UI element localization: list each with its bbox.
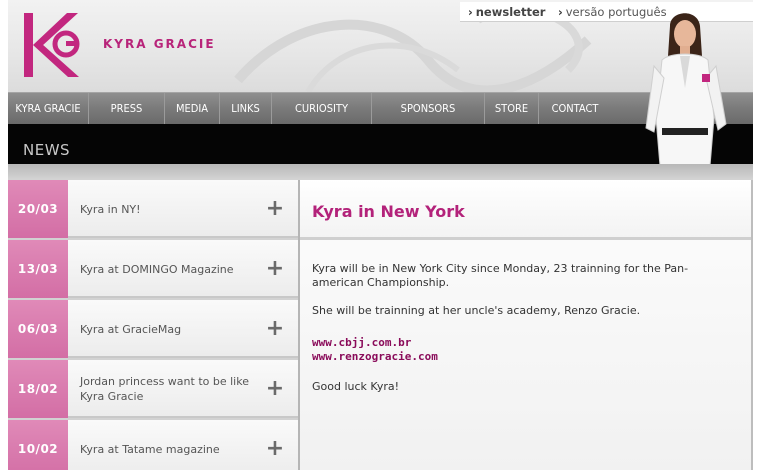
news-date: 10/02	[8, 420, 68, 470]
newsletter-link[interactable]: › newsletter	[468, 5, 545, 19]
news-headline[interactable]: Kyra at GracieMag	[80, 300, 250, 358]
news-headline[interactable]: Kyra at DOMINGO Magazine	[80, 240, 250, 298]
nav-item-media[interactable]: MEDIA	[165, 93, 220, 125]
section-title: NEWS	[23, 141, 71, 159]
plus-icon[interactable]: +	[265, 258, 285, 280]
nav-item-curiosity[interactable]: CURIOSITY	[272, 93, 372, 125]
news-item[interactable]: 10/02 Kyra at Tatame magazine +	[8, 420, 298, 470]
content-gap	[8, 164, 753, 180]
right-edge	[751, 180, 753, 470]
news-date: 13/03	[8, 240, 68, 298]
nav-item-links[interactable]: LINKS	[220, 93, 272, 125]
plus-icon[interactable]: +	[265, 378, 285, 400]
article-title: Kyra in New York	[312, 202, 465, 221]
chevron-right-icon: ›	[558, 5, 563, 19]
article-links: www.cbjj.com.br www.renzogracie.com	[312, 336, 732, 364]
news-headline[interactable]: Jordan princess want to be like Kyra Gra…	[80, 360, 250, 418]
news-headline[interactable]: Kyra at Tatame magazine	[80, 420, 250, 470]
article-paragraph: She will be trainning at her uncle's aca…	[312, 304, 641, 317]
news-date: 06/03	[8, 300, 68, 358]
news-date: 20/03	[8, 180, 68, 238]
news-item[interactable]: 20/03 Kyra in NY! +	[8, 180, 298, 238]
article-header: Kyra in New York	[300, 180, 751, 240]
article-panel: Kyra in New York Kyra will be in New Yor…	[300, 180, 751, 470]
renzo-gracie-link[interactable]: www.renzogracie.com	[312, 350, 732, 364]
plus-icon[interactable]: +	[265, 318, 285, 340]
cbjj-link[interactable]: www.cbjj.com.br	[312, 336, 732, 350]
chevron-right-icon: ›	[468, 5, 473, 19]
brand-name: KYRA GRACIE	[103, 37, 216, 51]
article-closing: Good luck Kyra!	[312, 380, 400, 393]
nav-item-sponsors[interactable]: SPONSORS	[372, 93, 485, 125]
news-headline[interactable]: Kyra in NY!	[80, 180, 250, 238]
news-item[interactable]: 13/03 Kyra at DOMINGO Magazine +	[8, 240, 298, 298]
news-item[interactable]: 18/02 Jordan princess want to be like Ky…	[8, 360, 298, 418]
kyra-logo-icon[interactable]	[22, 10, 86, 80]
nav-item-contact[interactable]: CONTACT	[539, 93, 611, 125]
nav-item-store[interactable]: STORE	[485, 93, 539, 125]
plus-icon[interactable]: +	[265, 198, 285, 220]
kyra-photo	[645, 13, 727, 166]
article-paragraph: Kyra will be in New York City since Mond…	[312, 262, 689, 289]
nav-item-press[interactable]: PRESS	[89, 93, 165, 125]
newsletter-label: newsletter	[475, 5, 546, 19]
article-body: Kyra will be in New York City since Mond…	[312, 262, 732, 408]
news-date: 18/02	[8, 360, 68, 418]
nav-item-kyra-gracie[interactable]: KYRA GRACIE	[8, 93, 89, 125]
news-item[interactable]: 06/03 Kyra at GracieMag +	[8, 300, 298, 358]
plus-icon[interactable]: +	[265, 438, 285, 460]
